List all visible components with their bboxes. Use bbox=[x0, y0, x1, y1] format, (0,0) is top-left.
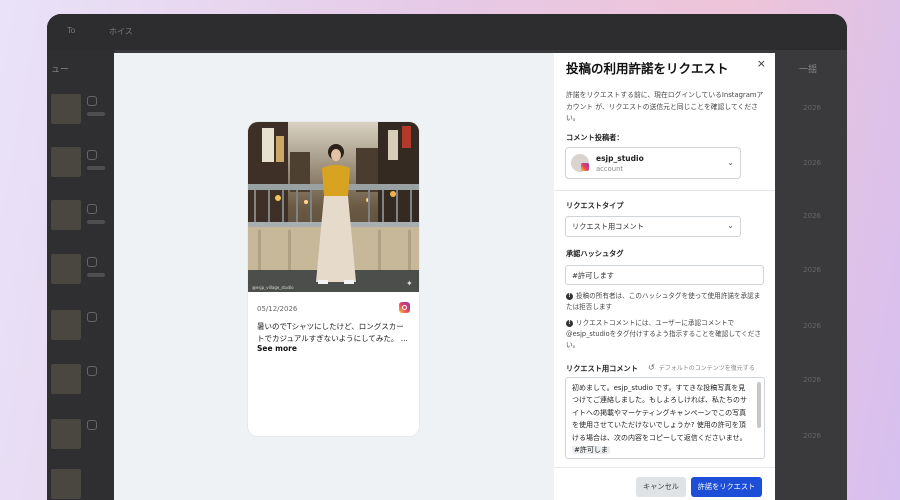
comment-textarea[interactable]: 初めまして。esjp_studio です。すてきな投稿写真を見つけてご連絡しまし… bbox=[565, 377, 765, 459]
post-photo: @esjp_village_studio ✦ bbox=[248, 122, 419, 292]
undo-icon: ↺ bbox=[648, 363, 655, 372]
panel-title: 投稿の利用許諾をリクエスト bbox=[566, 61, 729, 76]
panel-footer: キャンセル 許諾をリクエスト bbox=[554, 467, 775, 500]
background-thumbnail bbox=[51, 147, 81, 177]
background-thumbnail bbox=[51, 419, 81, 449]
instagram-icon bbox=[87, 312, 97, 322]
see-more-link[interactable]: See more bbox=[257, 344, 297, 353]
instagram-icon bbox=[87, 150, 97, 160]
request-permission-button[interactable]: 許諾をリクエスト bbox=[691, 477, 762, 497]
account-name: esjp_studio bbox=[596, 154, 644, 163]
svg-text:✦: ✦ bbox=[406, 279, 413, 288]
background-text bbox=[87, 220, 105, 224]
request-type-select[interactable]: リクエスト用コメント ⌄ bbox=[565, 216, 741, 237]
background-date: 2026 bbox=[803, 104, 821, 112]
photo-credit: @esjp_village_studio bbox=[252, 285, 294, 290]
instagram-icon bbox=[87, 96, 97, 106]
account-select[interactable]: esjp_studio account ⌄ bbox=[565, 147, 741, 179]
background-thumbnail bbox=[51, 94, 81, 124]
background-tab: To bbox=[67, 26, 76, 35]
comment-text-content: 初めまして。esjp_studio です。すてきな投稿写真を見つけてご連絡しまし… bbox=[572, 382, 752, 456]
instagram-icon bbox=[87, 204, 97, 214]
background-thumbnail bbox=[51, 200, 81, 230]
street-photo-image: @esjp_village_studio ✦ bbox=[248, 122, 419, 292]
divider bbox=[554, 190, 775, 191]
background-date: 2026 bbox=[803, 159, 821, 167]
cancel-button[interactable]: キャンセル bbox=[636, 477, 686, 497]
background-date: 2026 bbox=[803, 266, 821, 274]
background-tab: ホイス bbox=[109, 27, 133, 36]
background-thumbnail bbox=[51, 310, 81, 340]
background-thumbnail bbox=[51, 469, 81, 499]
instagram-icon bbox=[87, 366, 97, 376]
background-right-title: 一揺 bbox=[798, 65, 817, 75]
background-text bbox=[87, 273, 105, 277]
close-icon[interactable]: × bbox=[757, 57, 766, 70]
request-type-label: リクエストタイプ bbox=[566, 201, 624, 210]
instagram-icon bbox=[87, 420, 97, 430]
hashtag-label: 承認ハッシュタグ bbox=[566, 249, 624, 258]
background-date: 2026 bbox=[803, 432, 821, 440]
comment-note: ! リクエストコメントには、ユーザーに承認コメントで@esjp_studioをタグ… bbox=[566, 318, 762, 351]
background-thumbnail bbox=[51, 254, 81, 284]
background-date: 2026 bbox=[803, 212, 821, 220]
hashtag-note-text: 投稿の所有者は、このハッシュタグを使って使用許諾を承認または拒否します bbox=[566, 292, 761, 311]
chevron-down-icon: ⌄ bbox=[727, 158, 734, 167]
post-date: 05/12/2026 bbox=[257, 305, 298, 313]
instagram-icon bbox=[399, 302, 410, 313]
commenter-label: コメント投稿者： bbox=[566, 133, 624, 142]
restore-default-label: デフォルトのコンテンツを復元する bbox=[658, 365, 755, 372]
hashtag-note: ! 投稿の所有者は、このハッシュタグを使って使用許諾を承認または拒否します bbox=[566, 291, 762, 313]
panel-intro-text: 許諾をリクエストする前に、現在ログインしているInstagramアカウント が、… bbox=[566, 91, 764, 122]
hashtag-value: #許可します bbox=[572, 271, 614, 280]
background-thumbnail bbox=[51, 364, 81, 394]
chevron-down-icon: ⌄ bbox=[727, 221, 734, 230]
restore-default-button[interactable]: ↺ デフォルトのコンテンツを復元する bbox=[648, 363, 755, 372]
info-icon: ! bbox=[566, 292, 573, 300]
request-type-value: リクエスト用コメント bbox=[572, 222, 644, 231]
background-date: 2026 bbox=[803, 376, 821, 384]
comment-label: リクエスト用コメント bbox=[566, 364, 638, 373]
background-date: 2026 bbox=[803, 322, 821, 330]
instagram-icon bbox=[581, 163, 589, 171]
comment-hashtag: #許可しま bbox=[572, 446, 610, 455]
hashtag-field[interactable]: #許可します bbox=[565, 265, 764, 285]
background-text bbox=[87, 112, 105, 116]
info-icon: ! bbox=[566, 319, 573, 327]
instagram-icon bbox=[87, 257, 97, 267]
background-section-label: ュー bbox=[51, 65, 70, 75]
comment-note-text: リクエストコメントには、ユーザーに承認コメントで@esjp_studioをタグ付… bbox=[566, 319, 761, 349]
request-permission-panel: 投稿の利用許諾をリクエスト × 許諾をリクエストする前に、現在ログインしているI… bbox=[554, 53, 775, 500]
scrollbar[interactable] bbox=[757, 382, 761, 428]
post-caption: 暑いのでTシャツにしたけど、ロングスカートでカジュアルすぎないようにしてみた。 … bbox=[257, 322, 408, 343]
background-topbar: To ホイス bbox=[47, 14, 847, 50]
background-text bbox=[87, 166, 105, 170]
account-subtitle: account bbox=[596, 165, 624, 173]
comment-text: 初めまして。esjp_studio です。すてきな投稿写真を見つけてご連絡しまし… bbox=[572, 384, 747, 442]
post-preview-card: @esjp_village_studio ✦ 05/12/2026 暑いのでTシ… bbox=[248, 122, 419, 436]
